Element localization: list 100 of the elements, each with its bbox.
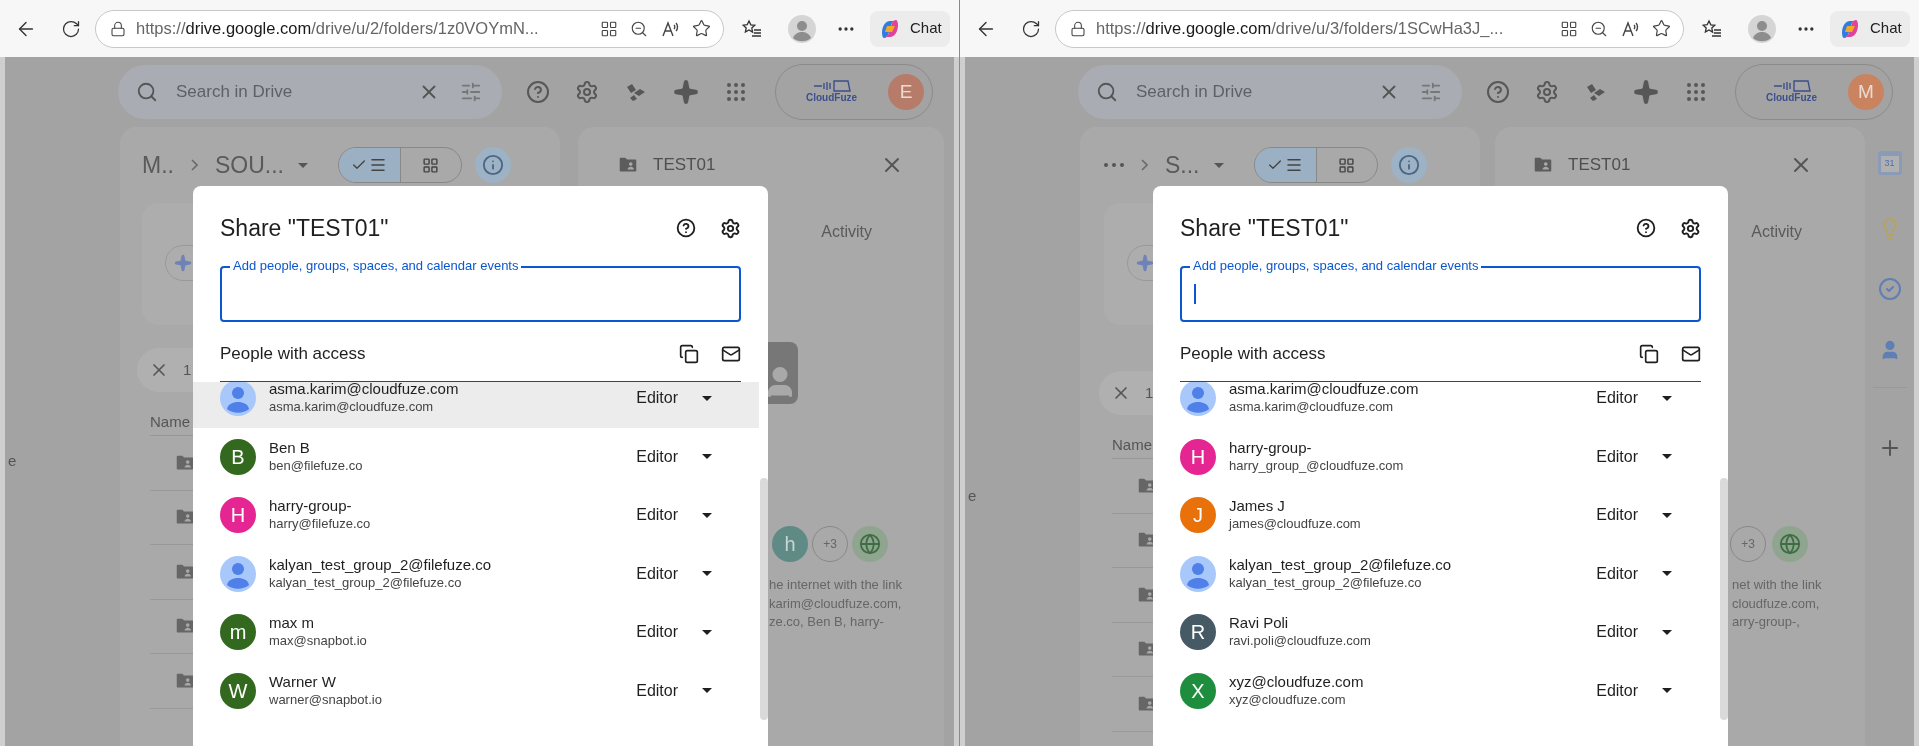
person-row[interactable]: H harry-group- harry_group_@cloudfuze.com Editor bbox=[1153, 427, 1719, 486]
list-view-toggle[interactable] bbox=[1254, 148, 1316, 182]
copy-icon[interactable] bbox=[679, 344, 699, 364]
settings-icon[interactable] bbox=[720, 217, 741, 239]
list-view-toggle[interactable] bbox=[338, 148, 400, 182]
filter-options-icon[interactable] bbox=[1420, 81, 1442, 103]
address-bar[interactable]: https://drive.google.com/drive/u/3/folders/1SCwHa3J_... bbox=[1055, 9, 1684, 48]
apps-icon[interactable] bbox=[724, 80, 748, 104]
sparkle-icon[interactable] bbox=[1633, 79, 1659, 105]
nav-label-text: e bbox=[968, 487, 977, 504]
scrollbar-thumb[interactable] bbox=[1720, 478, 1728, 720]
role-dropdown[interactable]: Editor bbox=[636, 444, 712, 469]
person-row[interactable]: W Warner W warner@snapbot.io Editor bbox=[193, 661, 759, 720]
person-avatar-icon bbox=[220, 382, 256, 417]
person-row[interactable]: m max m max@snapbot.io Editor bbox=[193, 603, 759, 662]
sparkle-icon bbox=[174, 254, 192, 272]
person-name: James J bbox=[1229, 497, 1286, 516]
person-name: Ben B bbox=[269, 438, 311, 457]
details-title: TEST01 bbox=[1568, 154, 1631, 177]
role-dropdown[interactable]: Editor bbox=[1596, 386, 1672, 411]
favorite-star-icon[interactable] bbox=[1652, 19, 1671, 38]
chat-button[interactable]: Chat bbox=[870, 10, 950, 47]
person-email: asma.karim@cloudfuze.com bbox=[269, 398, 435, 417]
person-email: kalyan_test_group_2@filefuze.co bbox=[269, 573, 463, 592]
person-email: harry@filefuze.co bbox=[269, 515, 371, 534]
person-name: kalyan_test_group_2@filefuze.co bbox=[269, 555, 492, 574]
sparkle-icon[interactable] bbox=[673, 79, 699, 105]
role-dropdown[interactable]: Editor bbox=[1596, 620, 1672, 645]
copy-icon[interactable] bbox=[1639, 344, 1659, 364]
field-label: Add people, groups, spaces, and calendar events bbox=[1190, 258, 1482, 274]
profile-icon[interactable] bbox=[788, 14, 816, 43]
search-icon[interactable] bbox=[136, 81, 158, 103]
person-row[interactable]: H harry-group- harry@filefuze.co Editor bbox=[193, 486, 759, 545]
info-button[interactable] bbox=[474, 147, 511, 183]
favorite-star-icon[interactable] bbox=[692, 19, 711, 38]
person-name: Warner W bbox=[269, 672, 337, 691]
profile-icon[interactable] bbox=[1748, 14, 1776, 43]
reload-icon[interactable] bbox=[61, 18, 81, 39]
role-dropdown[interactable]: Editor bbox=[1596, 444, 1672, 469]
dialog-title: Share "TEST01" bbox=[1180, 213, 1349, 243]
person-email: ravi.poli@cloudfuze.com bbox=[1229, 632, 1371, 651]
person-row[interactable]: kalyan_test_group_2@filefuze.co kalyan_test_group_2@filefuze.co Editor bbox=[193, 544, 759, 603]
person-avatar: B bbox=[220, 438, 256, 475]
nav-label-text: e bbox=[8, 452, 17, 469]
address-bar[interactable]: https://drive.google.com/drive/u/2/folders/1z0VOYmN... bbox=[95, 9, 724, 48]
reload-icon[interactable] bbox=[1021, 18, 1041, 39]
person-email: warner@snapbot.io bbox=[269, 690, 382, 709]
favorites-icon[interactable] bbox=[1702, 18, 1722, 39]
person-row[interactable]: X xyz@cloudfuze.com xyz@cloudfuze.com Editor bbox=[1153, 661, 1719, 720]
person-email: ben@filefuze.co bbox=[269, 456, 363, 475]
search-icon[interactable] bbox=[1096, 81, 1118, 103]
mail-icon[interactable] bbox=[1681, 344, 1701, 364]
person-row[interactable]: asma.karim@cloudfuze.com asma.karim@cloudfuze.com Editor bbox=[193, 382, 759, 428]
lock-icon bbox=[110, 20, 126, 37]
info-icon bbox=[1397, 154, 1420, 176]
app-available-icon[interactable] bbox=[1560, 19, 1578, 38]
role-dropdown[interactable]: Editor bbox=[1596, 561, 1672, 586]
person-avatar: H bbox=[220, 497, 256, 534]
zoom-out-icon[interactable] bbox=[1590, 19, 1608, 38]
info-button[interactable] bbox=[1390, 147, 1427, 183]
role-dropdown[interactable]: Editor bbox=[636, 620, 712, 645]
list-icon bbox=[369, 156, 388, 174]
role-dropdown[interactable]: Editor bbox=[636, 503, 712, 528]
column-header: Name bbox=[150, 413, 190, 430]
grid-icon bbox=[1338, 156, 1355, 174]
person-avatar: X bbox=[1180, 672, 1216, 709]
person-name: Ravi Poli bbox=[1229, 614, 1290, 633]
role-dropdown[interactable]: Editor bbox=[1596, 503, 1672, 528]
scrollbar-thumb[interactable] bbox=[760, 478, 768, 720]
person-row[interactable]: J James J james@cloudfuze.com Editor bbox=[1153, 486, 1719, 545]
url-text: https://drive.google.com/drive/u/3/folders/1SCwHa3J_... bbox=[1096, 18, 1504, 40]
help-icon[interactable] bbox=[1636, 218, 1656, 238]
help-icon[interactable] bbox=[676, 218, 696, 238]
column-header: Name bbox=[1112, 436, 1152, 453]
person-avatar: R bbox=[1180, 614, 1216, 651]
person-row[interactable]: B Ben B ben@filefuze.co Editor bbox=[193, 427, 759, 486]
person-email: max@snapbot.io bbox=[269, 632, 367, 651]
settings-icon[interactable] bbox=[1680, 217, 1701, 239]
role-dropdown[interactable]: Editor bbox=[636, 678, 712, 703]
field-label: Add people, groups, spaces, and calendar events bbox=[230, 258, 522, 274]
caret-icon bbox=[1662, 688, 1672, 694]
caret-icon bbox=[1662, 395, 1672, 401]
person-row[interactable]: kalyan_test_group_2@filefuze.co kalyan_test_group_2@filefuze.co Editor bbox=[1153, 544, 1719, 603]
person-row[interactable]: R Ravi Poli ravi.poli@cloudfuze.com Editor bbox=[1153, 603, 1719, 662]
globe-icon bbox=[1772, 526, 1808, 562]
apps-icon[interactable] bbox=[1684, 80, 1708, 104]
zoom-out-icon[interactable] bbox=[630, 19, 648, 38]
role-dropdown[interactable]: Editor bbox=[1596, 678, 1672, 703]
app-available-icon[interactable] bbox=[600, 19, 618, 38]
logo-text: CloudFuze bbox=[1766, 92, 1818, 104]
role-dropdown[interactable]: Editor bbox=[636, 386, 712, 411]
person-email: xyz@cloudfuze.com bbox=[1229, 690, 1347, 709]
person-name: kalyan_test_group_2@filefuze.co bbox=[1229, 555, 1452, 574]
mail-icon[interactable] bbox=[721, 344, 741, 364]
role-dropdown[interactable]: Editor bbox=[636, 561, 712, 586]
favorites-icon[interactable] bbox=[742, 18, 762, 39]
chat-button[interactable]: Chat bbox=[1830, 10, 1910, 47]
filter-options-icon[interactable] bbox=[460, 81, 482, 103]
access-text: net with the link bbox=[1732, 576, 1823, 594]
dialog-title: Share "TEST01" bbox=[220, 213, 389, 243]
